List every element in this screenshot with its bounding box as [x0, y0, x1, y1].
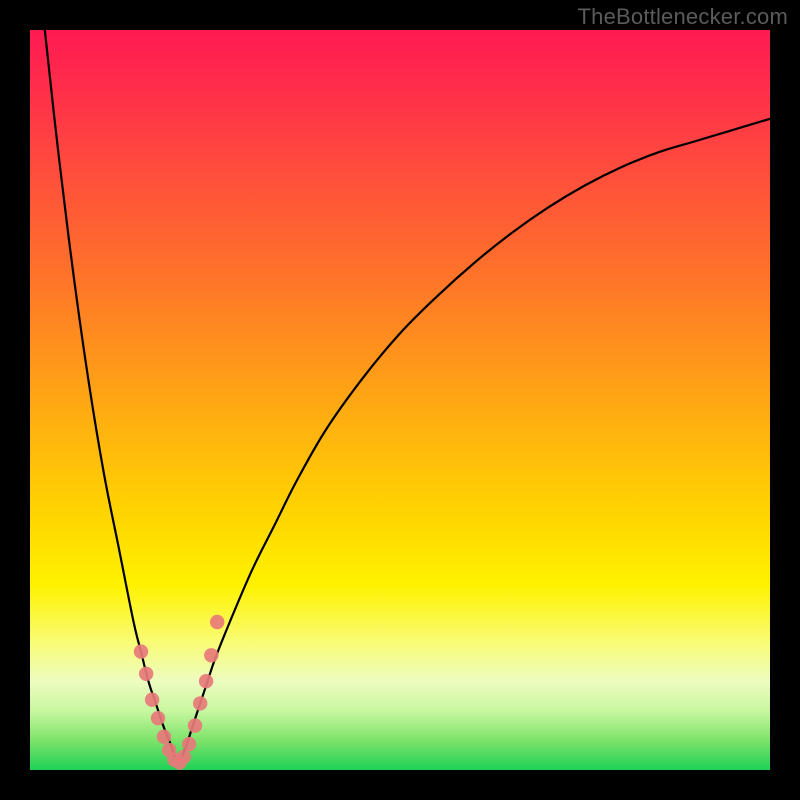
curve-marker [151, 711, 165, 725]
chart-stage: TheBottlenecker.com [0, 0, 800, 800]
curve-marker [157, 730, 171, 744]
curve-marker [177, 749, 191, 763]
plot-area [30, 30, 770, 770]
curve-marker [204, 648, 218, 662]
curve-marker [182, 737, 196, 751]
curve-marker [199, 674, 213, 688]
marker-group [134, 615, 225, 770]
curve-marker [188, 718, 202, 732]
curve-marker [193, 696, 207, 710]
curve-marker [210, 615, 224, 629]
curve-marker [139, 667, 153, 681]
source-label: TheBottlenecker.com [578, 4, 788, 30]
curve-marker [134, 644, 148, 658]
curve-layer [30, 30, 770, 770]
curve-marker [145, 693, 159, 707]
